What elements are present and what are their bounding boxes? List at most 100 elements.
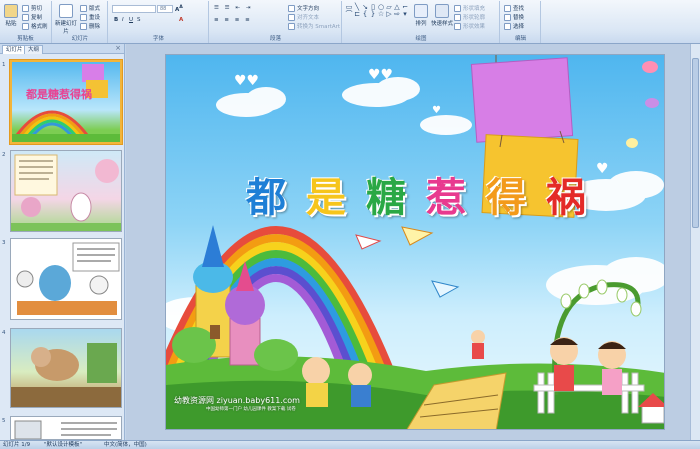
butterflies — [626, 61, 659, 148]
paragraph-group-label: 段落 — [269, 36, 281, 42]
quick-styles-button[interactable]: 快速样式 — [431, 4, 453, 27]
binoculars-icon — [504, 5, 511, 12]
shape-outline-label: 形状轮廓 — [463, 15, 486, 21]
reset-button[interactable]: 重设 — [80, 13, 100, 21]
slide-number-5: 5 — [2, 418, 6, 424]
text-direction-label: 文字方向 — [297, 6, 320, 12]
watermark-subtitle: 中国幼师第一门户 幼儿园课件 教案下载 试卷 — [206, 407, 296, 412]
tab-slides[interactable]: 幻灯片 — [2, 45, 27, 54]
text-direction-icon — [288, 5, 295, 12]
italic-button[interactable]: I — [122, 17, 124, 23]
bold-button[interactable]: B — [114, 17, 118, 23]
quick-styles-label: 快速样式 — [431, 21, 454, 27]
slide-thumbnail-4[interactable] — [10, 328, 122, 408]
shape-outline-button[interactable]: 形状轮廓 — [454, 13, 485, 21]
svg-text:♥: ♥ — [432, 105, 441, 116]
delete-label: 删除 — [89, 24, 101, 30]
align-buttons[interactable]: ≡ ≡ ≡ ≡ — [214, 17, 252, 23]
slides-group-label: 幻灯片 — [71, 36, 89, 42]
arrange-icon — [414, 4, 428, 18]
new-slide-button[interactable]: 新建幻灯片 — [55, 4, 77, 35]
title-char-2: 是 — [306, 174, 346, 221]
pen-icon — [454, 14, 461, 21]
shape-fill-button[interactable]: 形状填充 — [454, 4, 485, 12]
grow-font-button[interactable]: AA — [175, 5, 183, 13]
shape-effects-label: 形状效果 — [463, 24, 486, 30]
shadow-button[interactable]: S — [137, 17, 141, 23]
title-char-4: 惹 — [426, 174, 466, 221]
font-group: 88 AA B I U S A 字体 — [109, 1, 209, 43]
thumb-1-title: 都是糖惹得祸 — [25, 87, 92, 101]
vertical-scrollbar[interactable] — [690, 44, 700, 440]
find-button[interactable]: 查找 — [504, 4, 524, 12]
format-painter-label: 格式刷 — [31, 24, 48, 30]
copy-icon — [22, 14, 29, 21]
shape-gallery[interactable]: ▭ ╲ ↘ ▯ ○ ▱ △ ⌐ ⌒ ⊏{} ☆ ▷ ⇨ ▾ — [345, 4, 411, 28]
font-color-button[interactable]: A — [179, 17, 183, 23]
find-label: 查找 — [513, 6, 525, 12]
reset-icon — [80, 14, 87, 21]
font-size-combo[interactable]: 88 — [157, 5, 173, 13]
list-buttons[interactable]: ☰ ☰ ⇤ ⇥ — [214, 5, 252, 11]
paper-planes — [355, 226, 460, 298]
new-slide-label: 新建幻灯片 — [55, 21, 78, 35]
replace-button[interactable]: 替换 — [504, 13, 524, 21]
paste-button[interactable]: 粘贴 — [2, 4, 20, 27]
slide-thumbnail-5-art — [14, 420, 117, 439]
paste-icon — [4, 4, 18, 18]
arrange-button[interactable]: 排列 — [413, 4, 429, 27]
scrollbar-thumb[interactable] — [692, 58, 699, 228]
svg-text:♥♥: ♥♥ — [368, 67, 393, 83]
layout-button[interactable]: 版式 — [80, 4, 100, 12]
title-char-3: 糖 — [366, 174, 406, 221]
ribbon: 粘贴 剪切 复制 格式刷 剪贴板 新建幻灯片 版式 重设 删除 幻灯片 88 A… — [0, 0, 700, 44]
paste-label: 粘贴 — [5, 21, 17, 27]
slide-thumbnail-5[interactable] — [10, 416, 122, 440]
cut-label: 剪切 — [31, 6, 43, 12]
font-name-combo[interactable] — [112, 5, 156, 13]
slide-number-3: 3 — [2, 240, 6, 246]
close-icon[interactable]: × — [115, 44, 121, 52]
text-direction-button[interactable]: 文字方向 — [288, 4, 319, 12]
delete-button[interactable]: 删除 — [80, 22, 100, 30]
slide-number-4: 4 — [2, 330, 6, 336]
layout-label: 版式 — [89, 6, 101, 12]
status-bar: 幻灯片 1/9 "默认设计模板" 中文(简体，中国) — [0, 440, 700, 449]
replace-label: 替换 — [513, 15, 525, 21]
drawing-group-label: 绘图 — [415, 36, 427, 42]
cursor-icon — [504, 23, 511, 30]
align-text-icon — [288, 14, 295, 21]
slide-thumbnail-1[interactable]: 都是糖惹得祸 — [10, 60, 122, 144]
quick-styles-icon — [435, 4, 449, 18]
slide-number-1: 1 — [2, 62, 6, 68]
slide-background-art: ♥♥ ♥♥ ♥ ♥ — [166, 55, 664, 429]
shape-fill-label: 形状填充 — [463, 6, 486, 12]
clipboard-group: 粘贴 剪切 复制 格式刷 剪贴板 — [0, 1, 52, 43]
smartart-button[interactable]: 转换为 SmartArt — [288, 22, 340, 30]
fill-bucket-icon — [454, 5, 461, 12]
tab-outline[interactable]: 大纲 — [24, 45, 44, 54]
align-text-button[interactable]: 对齐文本 — [288, 13, 319, 21]
slide-thumbnail-3[interactable] — [10, 238, 122, 320]
title-char-6: 祸 — [546, 174, 586, 221]
paragraph-group: ☰ ☰ ⇤ ⇥ ≡ ≡ ≡ ≡ 文字方向 对齐文本 转换为 SmartArt 段… — [210, 1, 342, 43]
brush-icon — [22, 23, 29, 30]
status-theme: "默认设计模板" — [44, 442, 83, 448]
layout-icon — [80, 5, 87, 12]
cut-button[interactable]: 剪切 — [22, 4, 42, 12]
underline-button[interactable]: U — [129, 17, 133, 23]
current-slide[interactable]: ♥♥ ♥♥ ♥ ♥ 都 是 糖 惹 得 祸 幼教资源网 ziyuan.baby6… — [165, 54, 665, 430]
format-painter-button[interactable]: 格式刷 — [22, 22, 48, 30]
replace-icon — [504, 14, 511, 21]
slide-title[interactable]: 都 是 糖 惹 得 祸 — [246, 173, 606, 223]
select-label: 选择 — [513, 24, 525, 30]
arrange-label: 排列 — [415, 21, 427, 27]
select-button[interactable]: 选择 — [504, 22, 524, 30]
title-char-1: 都 — [246, 174, 286, 221]
copy-label: 复制 — [31, 15, 43, 21]
slides-group: 新建幻灯片 版式 重设 删除 幻灯片 — [53, 1, 108, 43]
slide-thumbnail-2[interactable] — [10, 150, 122, 232]
shape-effects-button[interactable]: 形状效果 — [454, 22, 485, 30]
reset-label: 重设 — [89, 15, 101, 21]
copy-button[interactable]: 复制 — [22, 13, 42, 21]
